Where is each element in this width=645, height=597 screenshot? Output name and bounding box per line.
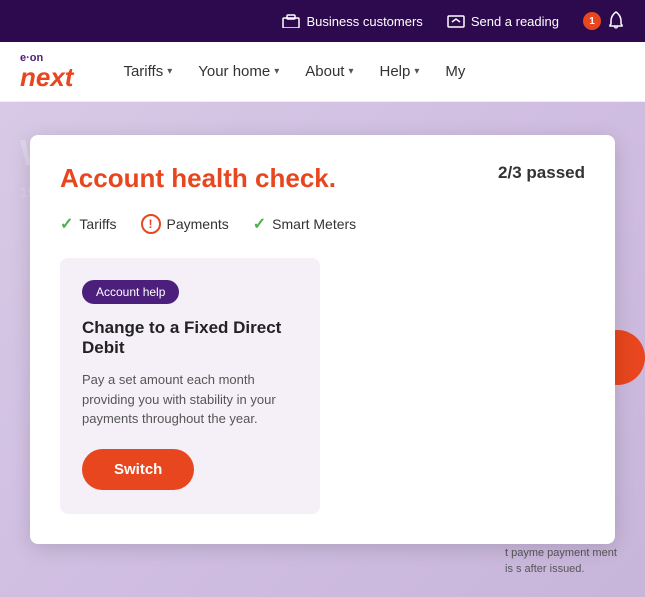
check-pass-icon: ✓ bbox=[60, 214, 73, 234]
business-customers-link[interactable]: Business customers bbox=[282, 12, 422, 30]
business-customers-label: Business customers bbox=[306, 14, 422, 29]
card-title: Change to a Fixed Direct Debit bbox=[82, 318, 298, 358]
nav-help-label: Help bbox=[380, 63, 411, 80]
check-payments: ! Payments bbox=[141, 214, 229, 234]
send-reading-link[interactable]: Send a reading bbox=[447, 12, 559, 30]
modal-checks: ✓ Tariffs ! Payments ✓ Smart Meters bbox=[60, 214, 585, 234]
meter-icon bbox=[447, 12, 465, 30]
check-smart-meters-label: Smart Meters bbox=[272, 216, 356, 232]
nav-tariffs-label: Tariffs bbox=[123, 63, 163, 80]
chevron-down-icon: ▾ bbox=[167, 66, 172, 77]
logo[interactable]: e·on next bbox=[20, 53, 73, 90]
modal-title: Account health check. bbox=[60, 163, 336, 194]
card-description: Pay a set amount each month providing yo… bbox=[82, 370, 298, 429]
check-tariffs: ✓ Tariffs bbox=[60, 214, 117, 234]
account-health-modal: Account health check. 2/3 passed ✓ Tarif… bbox=[30, 135, 615, 544]
logo-next: next bbox=[20, 64, 73, 90]
nav-bar: e·on next Tariffs ▾ Your home ▾ About ▾ … bbox=[0, 42, 645, 102]
notification-icon bbox=[607, 11, 625, 32]
check-warning-icon: ! bbox=[141, 214, 161, 234]
nav-my-label: My bbox=[445, 63, 465, 80]
nav-about-label: About bbox=[305, 63, 344, 80]
send-reading-label: Send a reading bbox=[471, 14, 559, 29]
top-bar: Business customers Send a reading 1 bbox=[0, 0, 645, 42]
bottom-text-content: t payme payment ment is s after issued. bbox=[505, 547, 617, 574]
switch-button[interactable]: Switch bbox=[82, 449, 194, 490]
notification-bell[interactable]: 1 bbox=[583, 11, 625, 32]
check-tariffs-label: Tariffs bbox=[79, 216, 116, 232]
nav-my[interactable]: My bbox=[435, 57, 475, 86]
nav-your-home[interactable]: Your home ▾ bbox=[188, 57, 289, 86]
nav-tariffs[interactable]: Tariffs ▾ bbox=[113, 57, 182, 86]
business-icon bbox=[282, 12, 300, 30]
modal-score: 2/3 passed bbox=[498, 163, 585, 183]
recommendation-card: Account help Change to a Fixed Direct De… bbox=[60, 258, 320, 514]
chevron-down-icon: ▾ bbox=[348, 66, 353, 77]
card-badge: Account help bbox=[82, 280, 179, 304]
check-payments-label: Payments bbox=[167, 216, 229, 232]
chevron-down-icon: ▾ bbox=[274, 66, 279, 77]
notification-count: 1 bbox=[583, 12, 601, 30]
nav-about[interactable]: About ▾ bbox=[295, 57, 363, 86]
chevron-down-icon: ▾ bbox=[414, 66, 419, 77]
check-smart-meters: ✓ Smart Meters bbox=[253, 214, 356, 234]
modal-header: Account health check. 2/3 passed bbox=[60, 163, 585, 194]
nav-your-home-label: Your home bbox=[198, 63, 270, 80]
nav-items: Tariffs ▾ Your home ▾ About ▾ Help ▾ My bbox=[113, 57, 625, 86]
bottom-text: t payme payment ment is s after issued. bbox=[505, 546, 625, 577]
nav-help[interactable]: Help ▾ bbox=[370, 57, 430, 86]
check-pass-icon: ✓ bbox=[253, 214, 266, 234]
